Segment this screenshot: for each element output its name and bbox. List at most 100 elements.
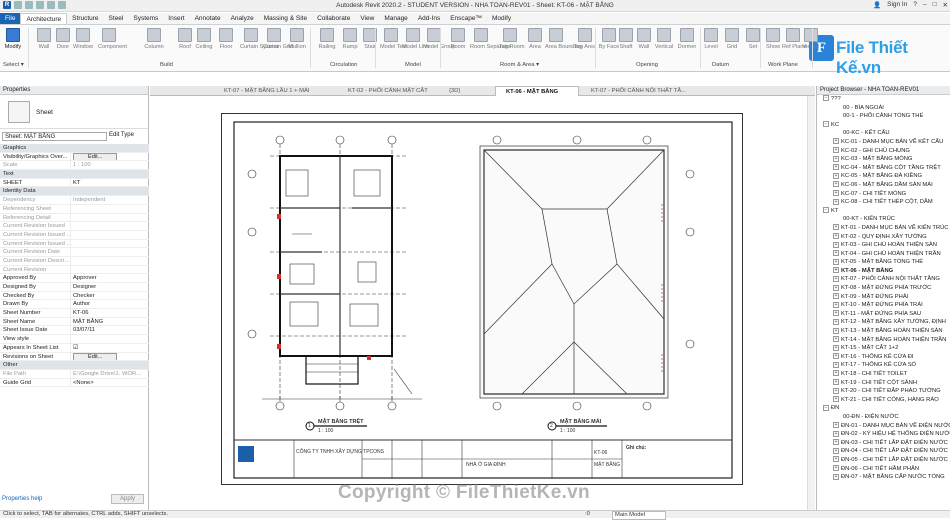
property-value[interactable]	[70, 256, 149, 265]
panel-label[interactable]: Model	[405, 62, 421, 68]
browser-item[interactable]: 00-1 - PHỐI CẢNH TỔNG THỂ	[817, 112, 950, 121]
expand-icon[interactable]: +	[833, 241, 839, 248]
property-group[interactable]: Text	[0, 170, 149, 179]
browser-item[interactable]: + KT-11 - MẶT ĐỨNG PHÍA SAU	[817, 310, 950, 319]
menu-tab-architecture[interactable]: Architecture	[20, 13, 68, 24]
property-value[interactable]: KT-06	[70, 309, 149, 317]
expand-icon[interactable]: +	[833, 396, 839, 403]
tool-stair-14[interactable]: Stair	[359, 27, 381, 61]
browser-item[interactable]: + KT-03 - GHI CHÚ HOÀN THIỆN SÀN	[817, 241, 950, 250]
minimize-button[interactable]: –	[923, 1, 927, 9]
expand-icon[interactable]: +	[833, 147, 839, 154]
browser-item[interactable]: + KC-07 - CHI TIẾT MÓNG	[817, 190, 950, 199]
property-row[interactable]: Designed By Designer	[0, 283, 149, 292]
expand-icon[interactable]: +	[833, 232, 839, 239]
view-tab[interactable]: KT-06 - MẶT BẰNG	[495, 86, 579, 96]
browser-item[interactable]: + KT-18 - CHI TIẾT TOILET	[817, 370, 950, 379]
browser-item[interactable]: + KT-15 - MẶT CẮT 1+2	[817, 344, 950, 353]
property-edit-button[interactable]: Edit...	[73, 352, 118, 361]
browser-item[interactable]: + KT-09 - MẶT ĐỨNG PHẢI	[817, 293, 950, 302]
property-value[interactable]	[70, 239, 149, 248]
browser-item[interactable]: − KT	[817, 207, 950, 216]
collapse-icon[interactable]: −	[823, 95, 829, 102]
property-value[interactable]	[70, 248, 149, 256]
expand-icon[interactable]: +	[833, 258, 839, 265]
maximize-button[interactable]: □	[933, 1, 937, 9]
expand-icon[interactable]: +	[833, 353, 839, 360]
property-row[interactable]: Guide Grid <None>	[0, 378, 149, 388]
property-row[interactable]: Revisions on Sheet Edit...	[0, 352, 149, 362]
expand-icon[interactable]: +	[833, 327, 839, 334]
sign-in-link[interactable]: Sign In	[887, 1, 907, 9]
tool-modify-0[interactable]: Modify	[2, 27, 24, 61]
property-value[interactable]: Designer	[70, 283, 149, 291]
expand-icon[interactable]: +	[833, 155, 839, 162]
tool-ceiling-7[interactable]: Ceiling	[193, 27, 215, 61]
vertical-scrollbar[interactable]	[807, 96, 815, 510]
edit-type-button[interactable]: Edit Type	[109, 132, 134, 138]
property-edit-button[interactable]: Edit...	[73, 152, 118, 161]
expand-icon[interactable]: +	[833, 293, 839, 300]
model-selector[interactable]: Main Model	[612, 511, 666, 520]
property-value[interactable]	[70, 204, 149, 213]
tool-grid-30[interactable]: Grid	[721, 27, 743, 61]
tool-level-29[interactable]: Level	[700, 27, 722, 61]
property-value[interactable]	[70, 335, 149, 343]
expand-icon[interactable]: +	[833, 138, 839, 145]
tool-window-3[interactable]: Window	[72, 27, 94, 61]
expand-icon[interactable]: +	[833, 387, 839, 394]
panel-label[interactable]: Opening	[636, 62, 658, 68]
browser-item[interactable]: + ĐN-04 - CHI TIẾT LẮP ĐẶT ĐIỆN NƯỚC	[817, 447, 950, 456]
property-row[interactable]: File Path E:\Google Drive\1. WOR...	[0, 369, 149, 379]
menu-tab-collaborate[interactable]: Collaborate	[312, 13, 355, 24]
browser-item[interactable]: + KT-04 - GHI CHÚ HOÀN THIỆN TRẦN	[817, 250, 950, 259]
browser-item[interactable]: + KC-01 - DANH MỤC BẢN VẼ KẾT CẤU	[817, 138, 950, 147]
property-row[interactable]: Current Revision Issued	[0, 222, 149, 231]
panel-label[interactable]: Datum	[712, 62, 729, 68]
expand-icon[interactable]: +	[833, 473, 839, 480]
view-tab[interactable]: KT-07 - PHỐI CẢNH NỘI THẤT TẦ...	[581, 86, 711, 96]
property-value[interactable]	[70, 265, 149, 274]
menu-tab-file[interactable]: File	[0, 13, 21, 24]
property-value[interactable]: Edit...	[70, 352, 149, 361]
menu-tab-view[interactable]: View	[355, 13, 379, 24]
expand-icon[interactable]: +	[833, 361, 839, 368]
tool-ramp-13[interactable]: Ramp	[339, 27, 361, 61]
tool-component-4[interactable]: Component	[98, 27, 127, 61]
expand-icon[interactable]: +	[833, 465, 839, 471]
property-value[interactable]: 03/07/11	[70, 326, 149, 335]
type-selector[interactable]: Sheet	[0, 95, 148, 129]
browser-item[interactable]: + ĐN-07 - MẶT BẰNG CẤP NƯỚC TỔNG	[817, 473, 950, 482]
tool-room-separator-19[interactable]: Room Separator	[470, 27, 511, 61]
menu-tab-add-ins[interactable]: Add-Ins	[413, 13, 445, 24]
property-group[interactable]: Other	[0, 361, 149, 370]
menu-tab-massing-site[interactable]: Massing & Site	[259, 13, 312, 24]
menu-tab-steel[interactable]: Steel	[104, 13, 129, 24]
menu-tab-annotate[interactable]: Annotate	[190, 13, 226, 24]
browser-item[interactable]: + KT-12 - MẶT BẰNG XÂY TƯỜNG, ĐỊNH	[817, 318, 950, 327]
browser-item[interactable]: + KT-16 - THỐNG KÊ CỬA ĐI	[817, 353, 950, 362]
panel-label[interactable]: Select ▾	[3, 62, 24, 68]
property-row[interactable]: Current Revision Descri...	[0, 256, 149, 266]
tool-model-line-16[interactable]: Model Line	[402, 27, 429, 61]
tool-show-32[interactable]: Show	[762, 27, 784, 61]
property-row[interactable]: Appears In Sheet List ☑	[0, 343, 149, 353]
expand-icon[interactable]: +	[833, 422, 839, 429]
expand-icon[interactable]: +	[833, 430, 839, 437]
tool-tag-room-20[interactable]: Tag Room	[499, 27, 525, 61]
panel-label[interactable]: Circulation	[330, 62, 357, 68]
tool-model-text-15[interactable]: Model Text	[380, 27, 407, 61]
menu-tab-manage[interactable]: Manage	[379, 13, 413, 24]
browser-item[interactable]: + KT-13 - MẶT BẰNG HOÀN THIỆN SÀN	[817, 327, 950, 336]
tool-column-5[interactable]: Column	[143, 27, 165, 61]
zoom-indicator[interactable]: :0	[585, 511, 590, 518]
browser-item[interactable]: + ĐN-02 - KÝ HIỆU HỆ THỐNG ĐIỆN NƯỚC	[817, 430, 950, 439]
property-row[interactable]: Dependency Independent	[0, 196, 149, 205]
tool-curtain-grid-10[interactable]: Curtain Grid	[263, 27, 293, 61]
menu-tab-insert[interactable]: Insert	[163, 13, 189, 24]
browser-item[interactable]: + KT-02 - QUY ĐỊNH XÂY TƯỜNG	[817, 232, 950, 242]
expand-icon[interactable]: +	[833, 447, 839, 454]
expand-icon[interactable]: +	[833, 344, 839, 351]
tool-mullion-11[interactable]: Mullion	[286, 27, 308, 61]
browser-item[interactable]: + KT-08 - MẶT ĐỨNG PHÍA TRƯỚC	[817, 284, 950, 293]
